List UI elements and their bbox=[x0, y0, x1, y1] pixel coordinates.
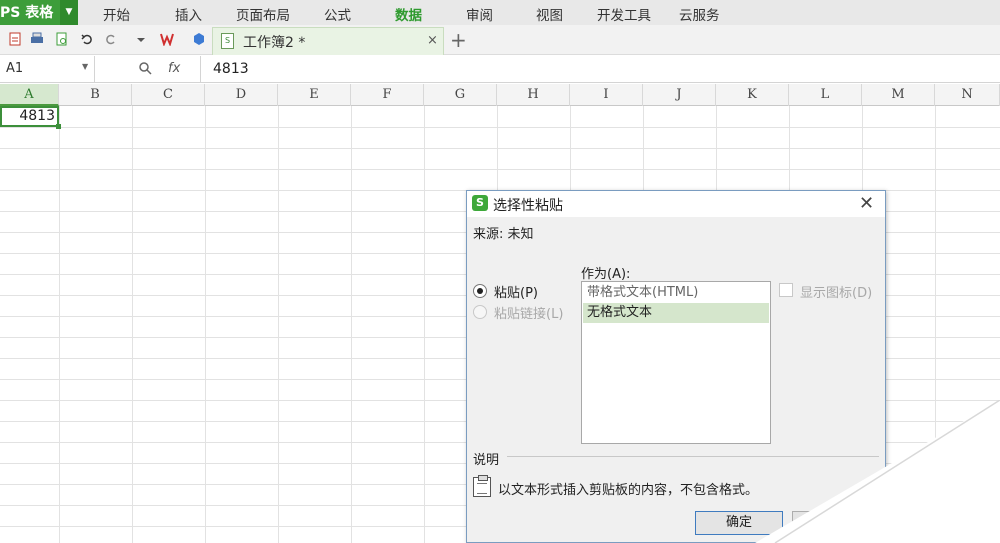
column-header-d[interactable]: D bbox=[205, 84, 278, 106]
undo-icon[interactable] bbox=[80, 32, 94, 46]
gridline bbox=[424, 106, 425, 543]
spreadsheet-file-icon: S bbox=[221, 33, 234, 49]
cell-reference: A1 bbox=[6, 61, 24, 76]
column-header-b[interactable]: B bbox=[59, 84, 132, 106]
document-tab-label: 工作簿2 * bbox=[243, 35, 306, 51]
zoom-icon[interactable] bbox=[138, 61, 152, 75]
formula-bar-divider bbox=[200, 56, 201, 83]
column-header-a[interactable]: A bbox=[0, 84, 59, 106]
print-preview-icon[interactable] bbox=[55, 32, 69, 46]
wps-logo-icon[interactable] bbox=[160, 32, 174, 46]
customize-toolbar-icon[interactable] bbox=[134, 32, 148, 46]
column-header-e[interactable]: E bbox=[278, 84, 351, 106]
list-item-plain-text[interactable]: 无格式文本 bbox=[583, 303, 769, 323]
paste-as-label: 作为(A): bbox=[581, 267, 631, 282]
fill-handle[interactable] bbox=[56, 124, 61, 129]
menu-cloud[interactable]: 云服务 bbox=[679, 4, 720, 24]
column-header-j[interactable]: J bbox=[643, 84, 716, 106]
column-header-i[interactable]: I bbox=[570, 84, 643, 106]
close-tab-icon[interactable]: × bbox=[427, 33, 438, 48]
source-label: 来源: 未知 bbox=[473, 227, 534, 242]
menu-formulas[interactable]: 公式 bbox=[324, 4, 351, 24]
dialog-title: 选择性粘贴 bbox=[493, 198, 563, 214]
menu-home[interactable]: 开始 bbox=[103, 4, 130, 24]
gridline bbox=[0, 148, 1000, 149]
gridline bbox=[0, 169, 1000, 170]
column-header-g[interactable]: G bbox=[424, 84, 497, 106]
column-header-n[interactable]: N bbox=[935, 84, 1000, 106]
gridline bbox=[205, 106, 206, 543]
cell-a1[interactable]: 4813 bbox=[0, 106, 61, 129]
menu-review[interactable]: 审阅 bbox=[466, 4, 493, 24]
formula-bar: A1 ▼ fx 4813 bbox=[0, 56, 1000, 83]
column-header-l[interactable]: L bbox=[789, 84, 862, 106]
document-tab[interactable]: S 工作簿2 * × bbox=[212, 27, 444, 55]
chevron-down-icon[interactable]: ▼ bbox=[82, 62, 88, 71]
insert-function-button[interactable]: fx bbox=[168, 61, 180, 76]
app-title: PS 表格 bbox=[0, 5, 54, 21]
new-document-icon[interactable] bbox=[8, 32, 22, 46]
paste-radio-label[interactable]: 粘贴(P) bbox=[494, 282, 538, 301]
column-header-f[interactable]: F bbox=[351, 84, 424, 106]
paste-format-list[interactable]: 带格式文本(HTML) 无格式文本 bbox=[581, 281, 771, 444]
description-header: 说明 bbox=[473, 453, 500, 468]
gridline bbox=[132, 106, 133, 543]
menu-insert[interactable]: 插入 bbox=[175, 4, 202, 24]
column-headers: A B C D E F G H I J K L M N bbox=[0, 84, 1000, 106]
paste-radio[interactable] bbox=[473, 284, 487, 298]
list-item-html[interactable]: 带格式文本(HTML) bbox=[583, 283, 769, 303]
print-icon[interactable] bbox=[30, 32, 44, 46]
gridline bbox=[351, 106, 352, 543]
menu-bar: PS 表格 ▼ 开始 插入 页面布局 公式 数据 审阅 视图 开发工具 云服务 bbox=[0, 0, 1000, 25]
app-menu-button[interactable]: PS 表格 ▼ bbox=[0, 0, 78, 25]
menu-page-layout[interactable]: 页面布局 bbox=[236, 4, 290, 24]
gridline bbox=[278, 106, 279, 543]
column-header-m[interactable]: M bbox=[862, 84, 935, 106]
menu-developer[interactable]: 开发工具 bbox=[597, 4, 651, 24]
gridline bbox=[59, 106, 60, 543]
quick-access-toolbar bbox=[0, 25, 1000, 55]
show-icon-checkbox bbox=[779, 283, 793, 297]
cell-a1-value: 4813 bbox=[19, 108, 55, 124]
dialog-title-bar[interactable]: S 选择性粘贴 ✕ bbox=[467, 191, 885, 217]
clipboard-icon bbox=[473, 475, 491, 497]
cloud-cube-icon[interactable] bbox=[192, 32, 206, 46]
formula-input[interactable]: 4813 bbox=[213, 61, 249, 77]
show-icon-label: 显示图标(D) bbox=[800, 286, 873, 301]
close-icon[interactable]: ✕ bbox=[859, 193, 874, 214]
redo-icon[interactable] bbox=[104, 32, 118, 46]
column-header-k[interactable]: K bbox=[716, 84, 789, 106]
gridline bbox=[0, 127, 1000, 128]
paste-link-radio-label: 粘贴链接(L) bbox=[494, 307, 564, 322]
description-text: 以文本形式插入剪贴板的内容，不包含格式。 bbox=[498, 483, 759, 498]
column-header-c[interactable]: C bbox=[132, 84, 205, 106]
name-box[interactable]: A1 ▼ bbox=[0, 56, 95, 83]
page-curl-overlay bbox=[755, 400, 1000, 543]
wps-spreadsheet-logo-icon: S bbox=[472, 195, 488, 211]
menu-data[interactable]: 数据 bbox=[395, 4, 422, 24]
new-tab-button[interactable]: + bbox=[450, 28, 467, 52]
chevron-down-icon: ▼ bbox=[60, 0, 78, 25]
column-header-h[interactable]: H bbox=[497, 84, 570, 106]
menu-view[interactable]: 视图 bbox=[536, 4, 563, 24]
paste-link-radio bbox=[473, 305, 487, 319]
